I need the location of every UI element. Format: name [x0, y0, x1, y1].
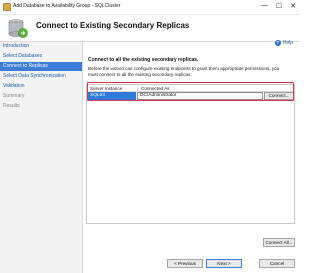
window-controls: — ☐ ✕ [261, 2, 296, 11]
database-icon [8, 19, 28, 38]
sidebar-item-results: Results [3, 103, 20, 109]
sidebar-item-summary: Summary [3, 93, 25, 99]
connect-all-button[interactable]: Connect All... [263, 238, 295, 247]
wizard-header: Connect to Existing Secondary Replicas [0, 15, 300, 42]
sidebar-item-connect-to-replicas[interactable]: Connect to Replicas [0, 62, 82, 71]
wizard-sidebar: Introduction Select Databases Connect to… [0, 42, 83, 273]
maximize-icon[interactable]: ☐ [276, 2, 282, 11]
cancel-button[interactable]: Cancel [259, 259, 295, 268]
sidebar-item-introduction[interactable]: Introduction [0, 42, 82, 51]
previous-button[interactable]: < Previous [167, 259, 203, 268]
connected-as-field[interactable]: DC\Administrator [137, 92, 263, 100]
instruction-lead: Connect to all the existing secondary re… [88, 57, 199, 63]
minimize-icon[interactable]: — [261, 2, 268, 11]
sidebar-item-select-data-synchronization[interactable]: Select Data Synchronization [0, 72, 82, 81]
replica-grid: Server Instance Connected As SQL03 DC\Ad… [86, 84, 295, 224]
help-label: Help [282, 40, 293, 46]
page-heading: Connect to Existing Secondary Replicas [36, 21, 190, 30]
app-icon [3, 3, 11, 11]
column-header-connected-as: Connected As [137, 85, 294, 92]
next-button[interactable]: Next > [206, 259, 242, 268]
connect-button[interactable]: Connect... [264, 92, 294, 100]
help-icon: ? [274, 40, 281, 46]
sidebar-item-validation[interactable]: Validation [0, 82, 82, 91]
sidebar-item-select-databases[interactable]: Select Databases [0, 52, 82, 61]
instruction-description: Before the wizard can configure existing… [88, 66, 280, 77]
table-row[interactable]: SQL03 DC\Administrator Connect... [87, 92, 294, 100]
window-titlebar: Add Database to Availability Group - SQL… [0, 0, 300, 15]
close-icon[interactable]: ✕ [290, 2, 296, 11]
column-header-server-instance: Server Instance [87, 85, 137, 92]
window-title: Add Database to Availability Group - SQL… [13, 3, 121, 9]
help-link[interactable]: ? Help [274, 40, 293, 46]
server-instance-cell[interactable]: SQL03 [87, 92, 136, 100]
